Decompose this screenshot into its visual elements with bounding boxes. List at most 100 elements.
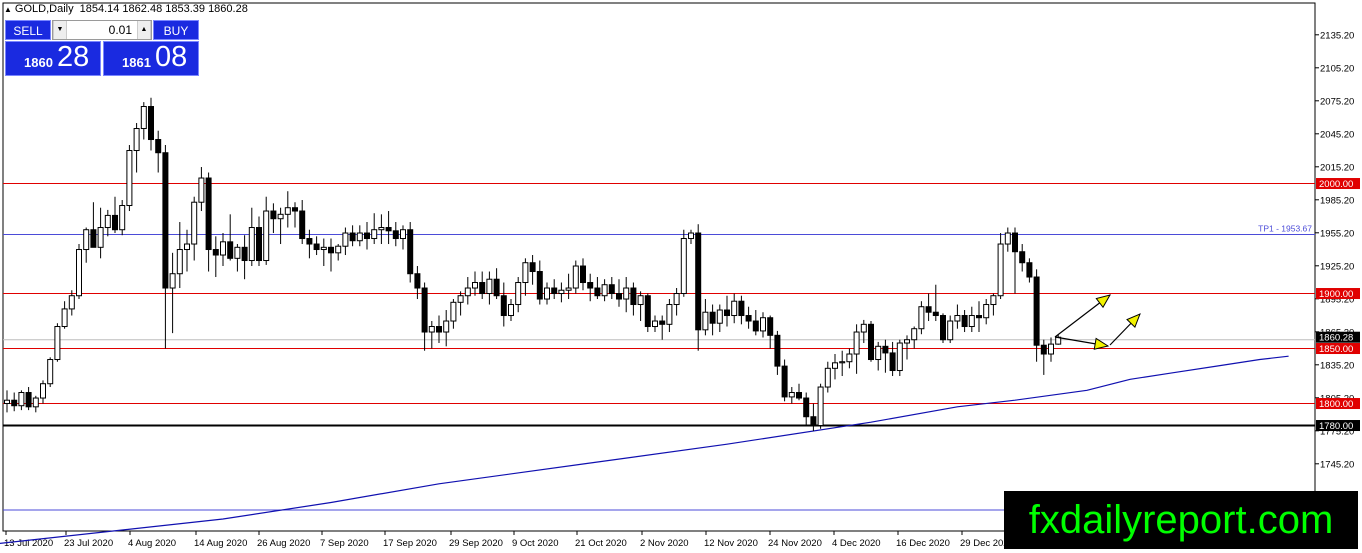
candle-body [220,241,226,256]
candle [630,282,637,316]
candle-body [918,306,925,330]
candle [788,387,795,404]
candle-body [875,345,882,361]
candle [140,102,147,140]
candle-body [349,232,356,242]
candle-body [443,320,450,333]
x-tick-label: 4 Aug 2020 [128,538,176,549]
candle-body [76,249,82,297]
candle [83,227,90,263]
candle [198,167,205,212]
x-tick-label: 16 Dec 2020 [896,538,950,549]
candle [40,380,46,404]
candle-body [407,229,414,275]
candle-body [940,315,946,341]
candle-body [716,309,723,324]
sell-price-small: 1860 [24,55,53,70]
candle-body [623,287,630,300]
candle [644,293,651,333]
candle [551,279,558,300]
candle-body [904,339,910,344]
candle-body [961,315,968,328]
candle-body [788,392,795,398]
candle-body [140,106,147,130]
candle [443,310,450,347]
lot-increase-arrow-icon[interactable]: ▲ [137,21,151,39]
candle-body [680,238,687,295]
level-label: 1900.00 [1319,289,1353,300]
y-tick-label: 1745.20 [1320,459,1354,470]
x-tick-label: 4 Dec 2020 [832,538,881,549]
candle-body [320,246,327,251]
candle [673,288,680,316]
level-label: 1780.00 [1319,421,1353,432]
candle [716,304,723,333]
candle [4,390,10,413]
candle [580,258,586,291]
x-tick-label: 24 Nov 2020 [768,538,822,549]
candle [536,260,543,305]
x-tick-label: 9 Oct 2020 [512,538,558,549]
level-label: 1850.00 [1319,344,1353,355]
candle-body [342,232,349,247]
candle [277,207,284,245]
candle [32,395,39,413]
candle [976,301,982,333]
buy-price-box[interactable]: 1861 08 [103,41,199,76]
candle-body [968,315,975,328]
candle-body [378,227,385,231]
candle [781,359,788,402]
lot-size-input[interactable] [68,22,136,38]
candle [292,202,298,228]
candle-body [493,278,500,297]
x-tick-label: 2 Nov 2020 [640,538,689,549]
candle-body [198,177,205,203]
candle-body [54,326,61,361]
candle-body [1019,251,1026,264]
candle-body [4,399,10,405]
candle-body [781,365,788,398]
candle [932,284,939,322]
y-tick-label: 1925.20 [1320,261,1354,272]
candle [565,273,572,300]
candle [270,203,277,234]
candle [688,229,694,245]
candle [695,224,702,351]
candle [702,299,709,336]
candle-body [212,249,219,256]
candle-body [536,271,543,300]
lot-decrease-arrow-icon[interactable]: ▼ [53,21,67,39]
y-tick-label: 1835.20 [1320,360,1354,371]
candle [299,200,306,245]
candle-body [810,416,817,427]
candle-body [846,353,853,363]
level-label: TP1 - 1953.67 [1258,223,1312,233]
y-tick-label: 1955.20 [1320,228,1354,239]
candle [18,390,25,411]
candle-body [299,210,306,240]
candle [911,326,918,349]
buy-button[interactable]: BUY [153,20,199,40]
x-tick-label: 12 Nov 2020 [704,538,758,549]
candle-body [738,300,745,317]
candle [212,236,219,278]
candle [284,191,291,228]
candle [752,310,759,336]
y-tick-label: 1985.20 [1320,195,1354,206]
sell-button[interactable]: SELL [5,20,51,40]
candle-body [760,317,766,332]
collapse-triangle-icon[interactable]: ▲ [4,5,12,14]
candle [968,306,975,333]
candle [875,341,882,371]
sell-price-box[interactable]: 1860 28 [5,41,101,76]
candle [904,335,910,360]
candle-body [594,287,601,297]
candle-body [241,246,248,262]
candle-body [450,301,457,322]
candle-body [515,282,522,306]
candle-body [853,331,860,355]
candle [119,200,126,236]
candle [1033,269,1040,362]
lot-size-stepper[interactable]: ▼ ▲ [52,20,152,40]
candle [493,268,500,300]
